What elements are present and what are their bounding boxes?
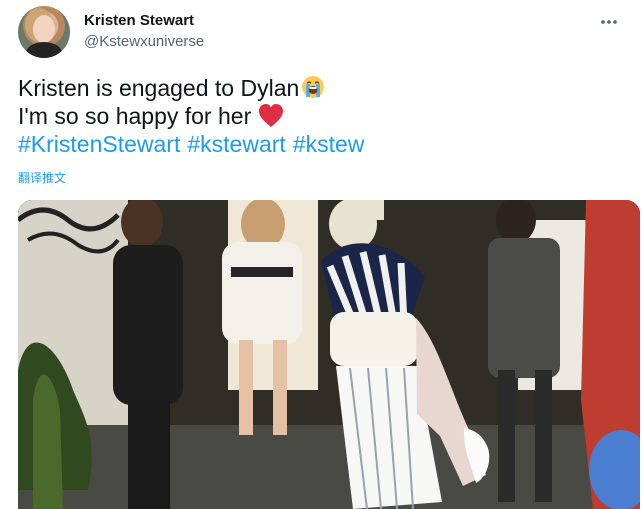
hashtag-kstewart[interactable]: #kstewart xyxy=(187,131,285,157)
tweet-line-2-text: I'm so so happy for her xyxy=(18,103,252,129)
author-display-name[interactable]: Kristen Stewart xyxy=(84,11,204,31)
hashtags-line: #KristenStewart #kstewart #kstew xyxy=(18,130,618,158)
hashtag-kstew[interactable]: #kstew xyxy=(293,131,365,157)
more-icon[interactable] xyxy=(595,12,623,32)
author-info: Kristen Stewart @Kstewxuniverse xyxy=(84,11,204,52)
tweet-photo[interactable] xyxy=(18,200,640,509)
hashtag-kristenstewart[interactable]: #KristenStewart xyxy=(18,131,180,157)
tweet-header: Kristen Stewart @Kstewxuniverse xyxy=(18,6,627,58)
translate-tweet-link[interactable]: 翻译推文 xyxy=(18,170,66,186)
party-photo-image xyxy=(18,200,640,509)
red-heart-icon xyxy=(257,103,285,128)
loudly-crying-face-icon xyxy=(301,75,325,99)
tweet: Kristen Stewart @Kstewxuniverse Kristen … xyxy=(0,0,643,509)
tweet-line-1-text: Kristen is engaged to Dylan xyxy=(18,75,300,101)
tweet-line-2: I'm so so happy for her xyxy=(18,102,618,130)
avatar-face xyxy=(33,15,55,43)
avatar-body xyxy=(26,42,62,58)
avatar[interactable] xyxy=(18,6,70,58)
author-handle[interactable]: @Kstewxuniverse xyxy=(84,32,204,52)
tweet-text: Kristen is engaged to Dylan I'm so so ha… xyxy=(18,74,618,158)
tweet-line-1: Kristen is engaged to Dylan xyxy=(18,74,618,102)
more-horizontal-icon xyxy=(601,20,617,24)
